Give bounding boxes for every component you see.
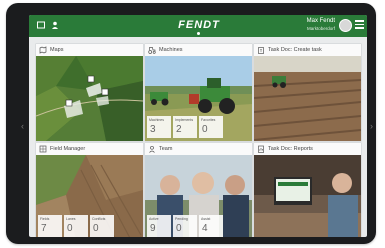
tile-title: Task Doc: Create task xyxy=(268,47,322,53)
stat-conflicts: Conflicts 0 xyxy=(90,215,114,237)
top-bar: FENDT Max Fendt Marktoberdorf xyxy=(29,15,367,37)
tablet-frame: FENDT Max Fendt Marktoberdorf Maps Machi… xyxy=(6,3,376,244)
tile-team[interactable]: Team Active 9 Pending 0 Assist 4 xyxy=(145,143,252,237)
tile-title: Task Doc: Reports xyxy=(268,146,313,152)
field-tractor-image xyxy=(254,56,361,141)
person-icon[interactable] xyxy=(49,20,61,32)
stat-assist: Assist 4 xyxy=(199,215,223,237)
tile-task-doc-reports[interactable]: Task Doc: Reports xyxy=(254,143,361,237)
report-icon xyxy=(258,145,264,153)
office-photo xyxy=(254,155,361,237)
tractor-icon xyxy=(148,47,156,54)
field-manager-stats: Fields 7 Lanes 0 Conflicts 0 xyxy=(36,215,114,237)
tile-field-manager[interactable]: Field Manager Fields 7 Lanes 0 Conflicts 0 xyxy=(36,143,143,237)
tile-machines[interactable]: Machines Machines 3 Implements 2 Favorit… xyxy=(145,44,252,141)
stat-favorites: Favorites 0 xyxy=(199,116,223,138)
team-stats: Active 9 Pending 0 Assist 4 xyxy=(145,215,223,237)
tile-title: Maps xyxy=(50,47,64,53)
tile-title: Team xyxy=(159,146,173,152)
clipboard-icon xyxy=(258,47,264,54)
chevron-right-icon[interactable]: › xyxy=(370,121,373,131)
avatar[interactable] xyxy=(339,19,352,32)
chevron-left-icon[interactable]: ‹ xyxy=(21,121,24,131)
tile-title: Field Manager xyxy=(50,146,86,152)
stat-active: Active 9 xyxy=(147,215,171,237)
app-screen: FENDT Max Fendt Marktoberdorf Maps Machi… xyxy=(29,15,367,237)
stat-implements: Implements 2 xyxy=(173,116,197,138)
home-icon[interactable] xyxy=(35,20,47,32)
user-info[interactable]: Max Fendt Marktoberdorf xyxy=(307,18,335,32)
fendt-logo: FENDT xyxy=(178,19,220,31)
stat-fields: Fields 7 xyxy=(38,215,62,237)
tile-task-doc-create[interactable]: Task Doc: Create task xyxy=(254,44,361,141)
map-icon xyxy=(39,46,47,54)
stat-machines: Machines 3 xyxy=(147,116,171,138)
stat-lanes: Lanes 0 xyxy=(64,215,88,237)
stat-pending: Pending 0 xyxy=(173,215,197,237)
team-icon xyxy=(149,145,155,153)
map-image xyxy=(36,56,143,141)
field-icon xyxy=(39,145,47,153)
menu-icon[interactable] xyxy=(355,20,364,29)
page-indicator xyxy=(197,32,200,35)
tile-maps[interactable]: Maps xyxy=(36,44,143,141)
user-location: Marktoberdorf xyxy=(306,26,335,31)
machines-stats: Machines 3 Implements 2 Favorites 0 xyxy=(145,116,223,138)
user-name: Max Fendt xyxy=(306,18,335,24)
tile-title: Machines xyxy=(159,47,183,53)
